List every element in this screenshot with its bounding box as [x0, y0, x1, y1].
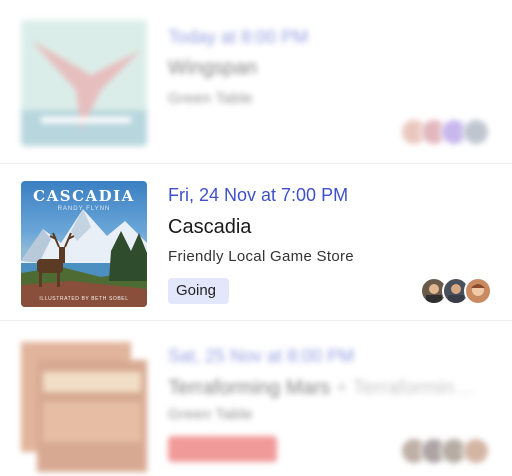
event-card-cascadia[interactable]: CASCADIA RANDY FLYNN ILLUSTRATED BY BETH…: [0, 164, 512, 316]
event-cover-image: CASCADIA RANDY FLYNN ILLUSTRATED BY BETH…: [21, 181, 147, 307]
avatar: [462, 118, 490, 146]
attendee-avatars[interactable]: [420, 277, 492, 305]
event-title-main: Terraforming Mars: [168, 377, 331, 399]
event-venue: Friendly Local Game Store: [168, 248, 354, 265]
rsvp-status-badge: Going: [168, 278, 229, 304]
event-title-suffix: + Terraformin…: [330, 377, 474, 399]
attendee-avatars[interactable]: [400, 118, 492, 146]
event-title: Cascadia: [168, 216, 252, 238]
event-venue: Green Table: [168, 90, 253, 107]
event-title: Wingspan: [168, 57, 257, 79]
event-card-wingspan[interactable]: Today at 8:00 PM Wingspan Green Table: [0, 0, 512, 160]
cover-credit: ILLUSTRATED BY BETH SOBEL: [39, 296, 129, 302]
event-venue: Green Table: [168, 406, 253, 423]
avatar: [464, 277, 492, 305]
event-list: Today at 8:00 PM Wingspan Green Table CA…: [0, 0, 512, 476]
attendee-avatars[interactable]: [400, 437, 492, 465]
event-cover-image: [21, 342, 147, 472]
event-date: Fri, 24 Nov at 7:00 PM: [168, 185, 349, 205]
avatar: [462, 437, 490, 465]
event-cover-image: [21, 20, 147, 146]
event-card-terraforming-mars[interactable]: Sat, 25 Nov at 8:00 PM Terraforming Mars…: [0, 322, 512, 476]
rsvp-status-badge: [168, 436, 277, 462]
cover-title: CASCADIA: [33, 187, 135, 205]
event-date: Today at 8:00 PM: [168, 27, 309, 47]
cover-author: RANDY FLYNN: [57, 206, 111, 212]
divider: [0, 320, 512, 321]
event-date: Sat, 25 Nov at 8:00 PM: [168, 346, 355, 366]
event-title: Terraforming Mars + Terraformin…: [168, 377, 474, 400]
